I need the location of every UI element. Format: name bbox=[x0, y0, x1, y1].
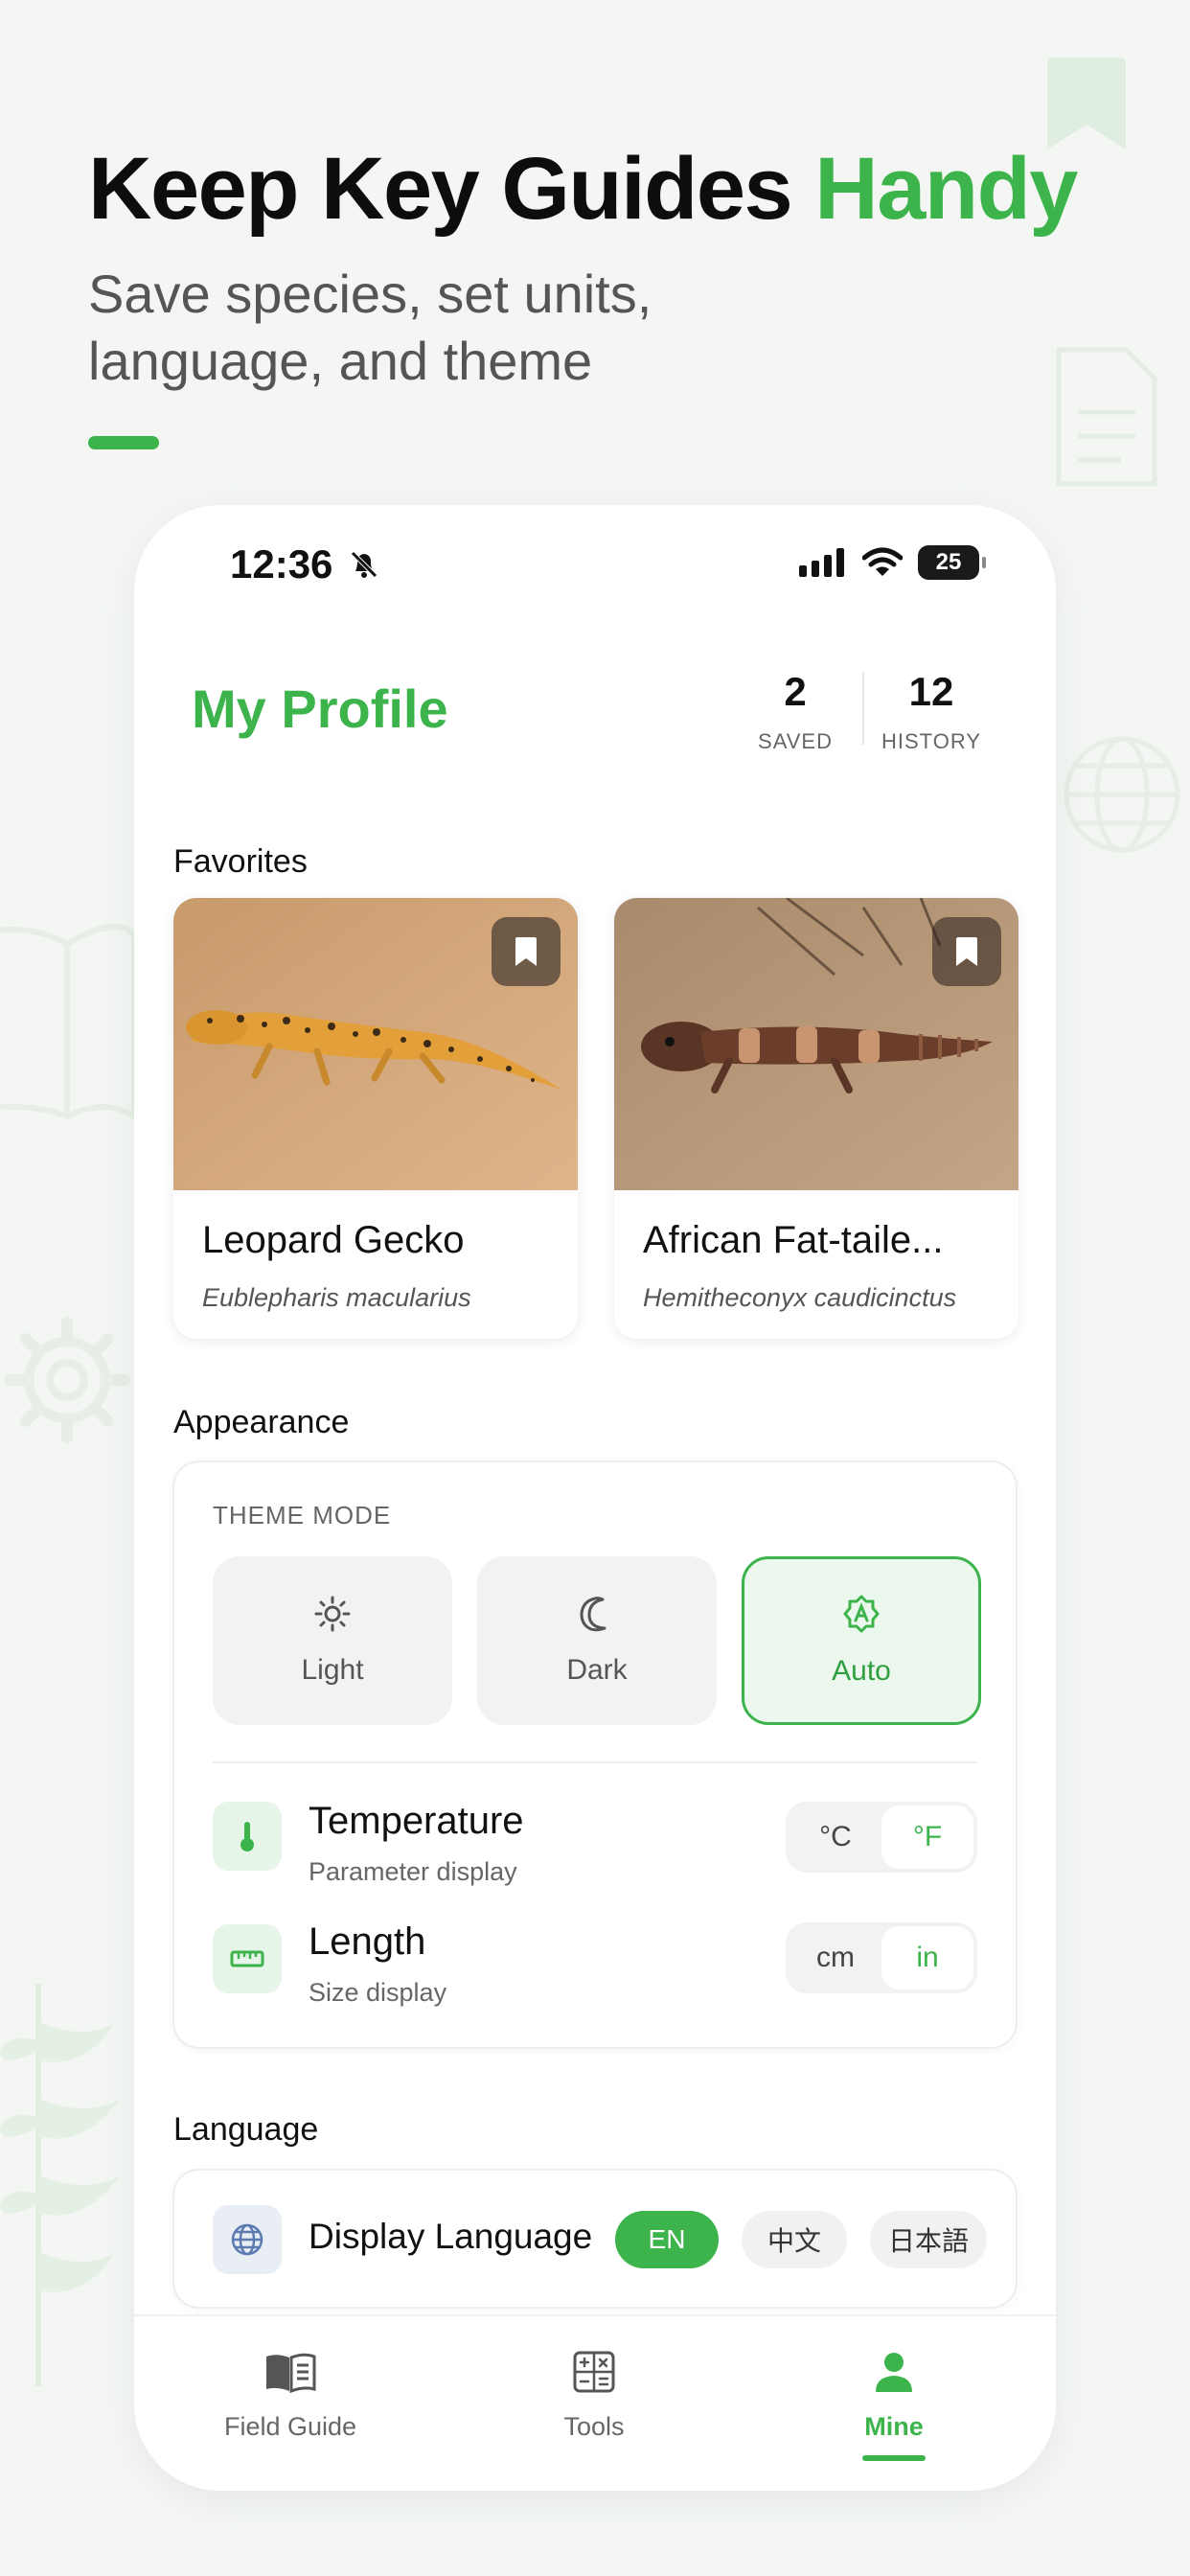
open-book-decoration-icon bbox=[0, 924, 134, 1120]
promo-accent-bar bbox=[88, 436, 159, 449]
favorite-card-african-fat-tailed-gecko[interactable]: African Fat-taile... Hemitheconyx caudic… bbox=[614, 898, 1018, 1339]
thermometer-icon bbox=[240, 1822, 254, 1852]
language-panel: Display Language EN 中文 日本語 bbox=[172, 2169, 1018, 2309]
length-title: Length bbox=[309, 1920, 426, 1963]
battery-indicator: 25 bbox=[918, 545, 986, 580]
stat-history[interactable]: 12 HISTORY bbox=[864, 668, 998, 754]
bookmark-button[interactable] bbox=[492, 917, 561, 986]
theme-option-auto[interactable]: Auto bbox=[742, 1556, 981, 1725]
favorites-heading: Favorites bbox=[173, 843, 308, 880]
promo-headline-accent: Handy bbox=[814, 140, 1078, 238]
moon-icon bbox=[580, 1597, 606, 1632]
language-option-zh[interactable]: 中文 bbox=[742, 2211, 847, 2268]
theme-mode-heading: THEME MODE bbox=[213, 1501, 392, 1530]
status-time: 12:36 bbox=[230, 541, 380, 587]
bell-muted-icon bbox=[351, 551, 378, 578]
ruler-icon-tile bbox=[213, 1924, 282, 1993]
stat-saved[interactable]: 2 SAVED bbox=[728, 668, 862, 754]
temperature-title: Temperature bbox=[309, 1800, 524, 1842]
appearance-heading: Appearance bbox=[173, 1404, 350, 1440]
stat-history-label: HISTORY bbox=[881, 729, 981, 753]
theme-option-label: Auto bbox=[832, 1655, 891, 1687]
status-bar: 12:36 25 bbox=[134, 505, 1056, 630]
cm-option[interactable]: cm bbox=[790, 1926, 881, 1990]
active-tab-indicator bbox=[862, 2455, 926, 2461]
calculator-icon bbox=[573, 2351, 615, 2393]
length-subtitle: Size display bbox=[309, 1978, 447, 2007]
phone-screen: 12:36 25 My Profile 2 SAVED 12 HISTORY F… bbox=[134, 505, 1056, 2491]
globe-icon bbox=[231, 2223, 263, 2256]
sun-icon bbox=[314, 1596, 351, 1632]
page-title: My Profile bbox=[192, 678, 448, 739]
favorite-card-leopard-gecko[interactable]: Leopard Gecko Eublepharis macularius bbox=[173, 898, 578, 1339]
theme-option-dark[interactable]: Dark bbox=[477, 1556, 717, 1725]
status-time-text: 12:36 bbox=[230, 541, 333, 586]
bottom-tab-bar: Field Guide Tools Mine bbox=[134, 2314, 1056, 2491]
promo-headline-main: Keep Key Guides bbox=[88, 140, 793, 238]
display-language-title: Display Language bbox=[309, 2217, 593, 2256]
theme-option-label: Dark bbox=[566, 1654, 628, 1686]
temperature-unit-toggle: °C °F bbox=[786, 1802, 977, 1873]
temperature-subtitle: Parameter display bbox=[309, 1857, 517, 1886]
wifi-icon bbox=[862, 547, 903, 576]
language-option-ja[interactable]: 日本語 bbox=[870, 2211, 987, 2268]
document-decoration-icon bbox=[1056, 347, 1157, 487]
promo-subline: Save species, set units, language, and t… bbox=[88, 264, 652, 391]
favorite-name: African Fat-taile... bbox=[643, 1219, 944, 1261]
promo-headline: Keep Key Guides Handy bbox=[88, 139, 1078, 240]
globe-icon-tile bbox=[213, 2205, 282, 2274]
globe-decoration-icon bbox=[1064, 736, 1180, 853]
book-icon bbox=[266, 2353, 316, 2393]
tab-mine[interactable]: Mine bbox=[798, 2345, 990, 2461]
gear-decoration-icon bbox=[4, 1317, 130, 1443]
profile-stats: 2 SAVED 12 HISTORY bbox=[728, 668, 998, 754]
favorite-scientific-name: Eublepharis macularius bbox=[202, 1283, 471, 1312]
theme-option-light[interactable]: Light bbox=[213, 1556, 452, 1725]
language-heading: Language bbox=[173, 2111, 319, 2148]
stat-saved-label: SAVED bbox=[758, 729, 833, 753]
bookmark-icon bbox=[515, 937, 537, 966]
in-option[interactable]: in bbox=[881, 1926, 973, 1990]
person-icon bbox=[876, 2353, 912, 2392]
stat-saved-value: 2 bbox=[784, 669, 807, 714]
leaf-decoration-icon bbox=[0, 1984, 120, 2386]
stat-history-value: 12 bbox=[908, 669, 954, 714]
tab-label: Tools bbox=[563, 2412, 625, 2441]
tab-label: Mine bbox=[864, 2412, 924, 2441]
status-icons: 25 bbox=[799, 545, 986, 580]
cellular-signal-icon bbox=[799, 548, 844, 577]
ruler-icon bbox=[230, 1950, 264, 1967]
thermometer-icon-tile bbox=[213, 1802, 282, 1871]
length-unit-toggle: cm in bbox=[786, 1922, 977, 1993]
favorite-scientific-name: Hemitheconyx caudicinctus bbox=[643, 1283, 957, 1312]
bookmark-icon bbox=[956, 937, 977, 966]
celsius-option[interactable]: °C bbox=[790, 1806, 881, 1869]
tab-tools[interactable]: Tools bbox=[498, 2345, 690, 2442]
bookmark-button[interactable] bbox=[932, 917, 1001, 986]
appearance-panel: THEME MODE Light Dark Auto Temperature P… bbox=[172, 1460, 1018, 2049]
theme-option-label: Light bbox=[301, 1654, 364, 1686]
favorite-name: Leopard Gecko bbox=[202, 1219, 465, 1261]
auto-theme-icon bbox=[843, 1595, 880, 1633]
tab-label: Field Guide bbox=[223, 2412, 357, 2441]
language-option-en[interactable]: EN bbox=[615, 2211, 719, 2268]
fahrenheit-option[interactable]: °F bbox=[881, 1806, 973, 1869]
tab-field-guide[interactable]: Field Guide bbox=[195, 2345, 386, 2442]
appearance-divider bbox=[213, 1761, 977, 1763]
